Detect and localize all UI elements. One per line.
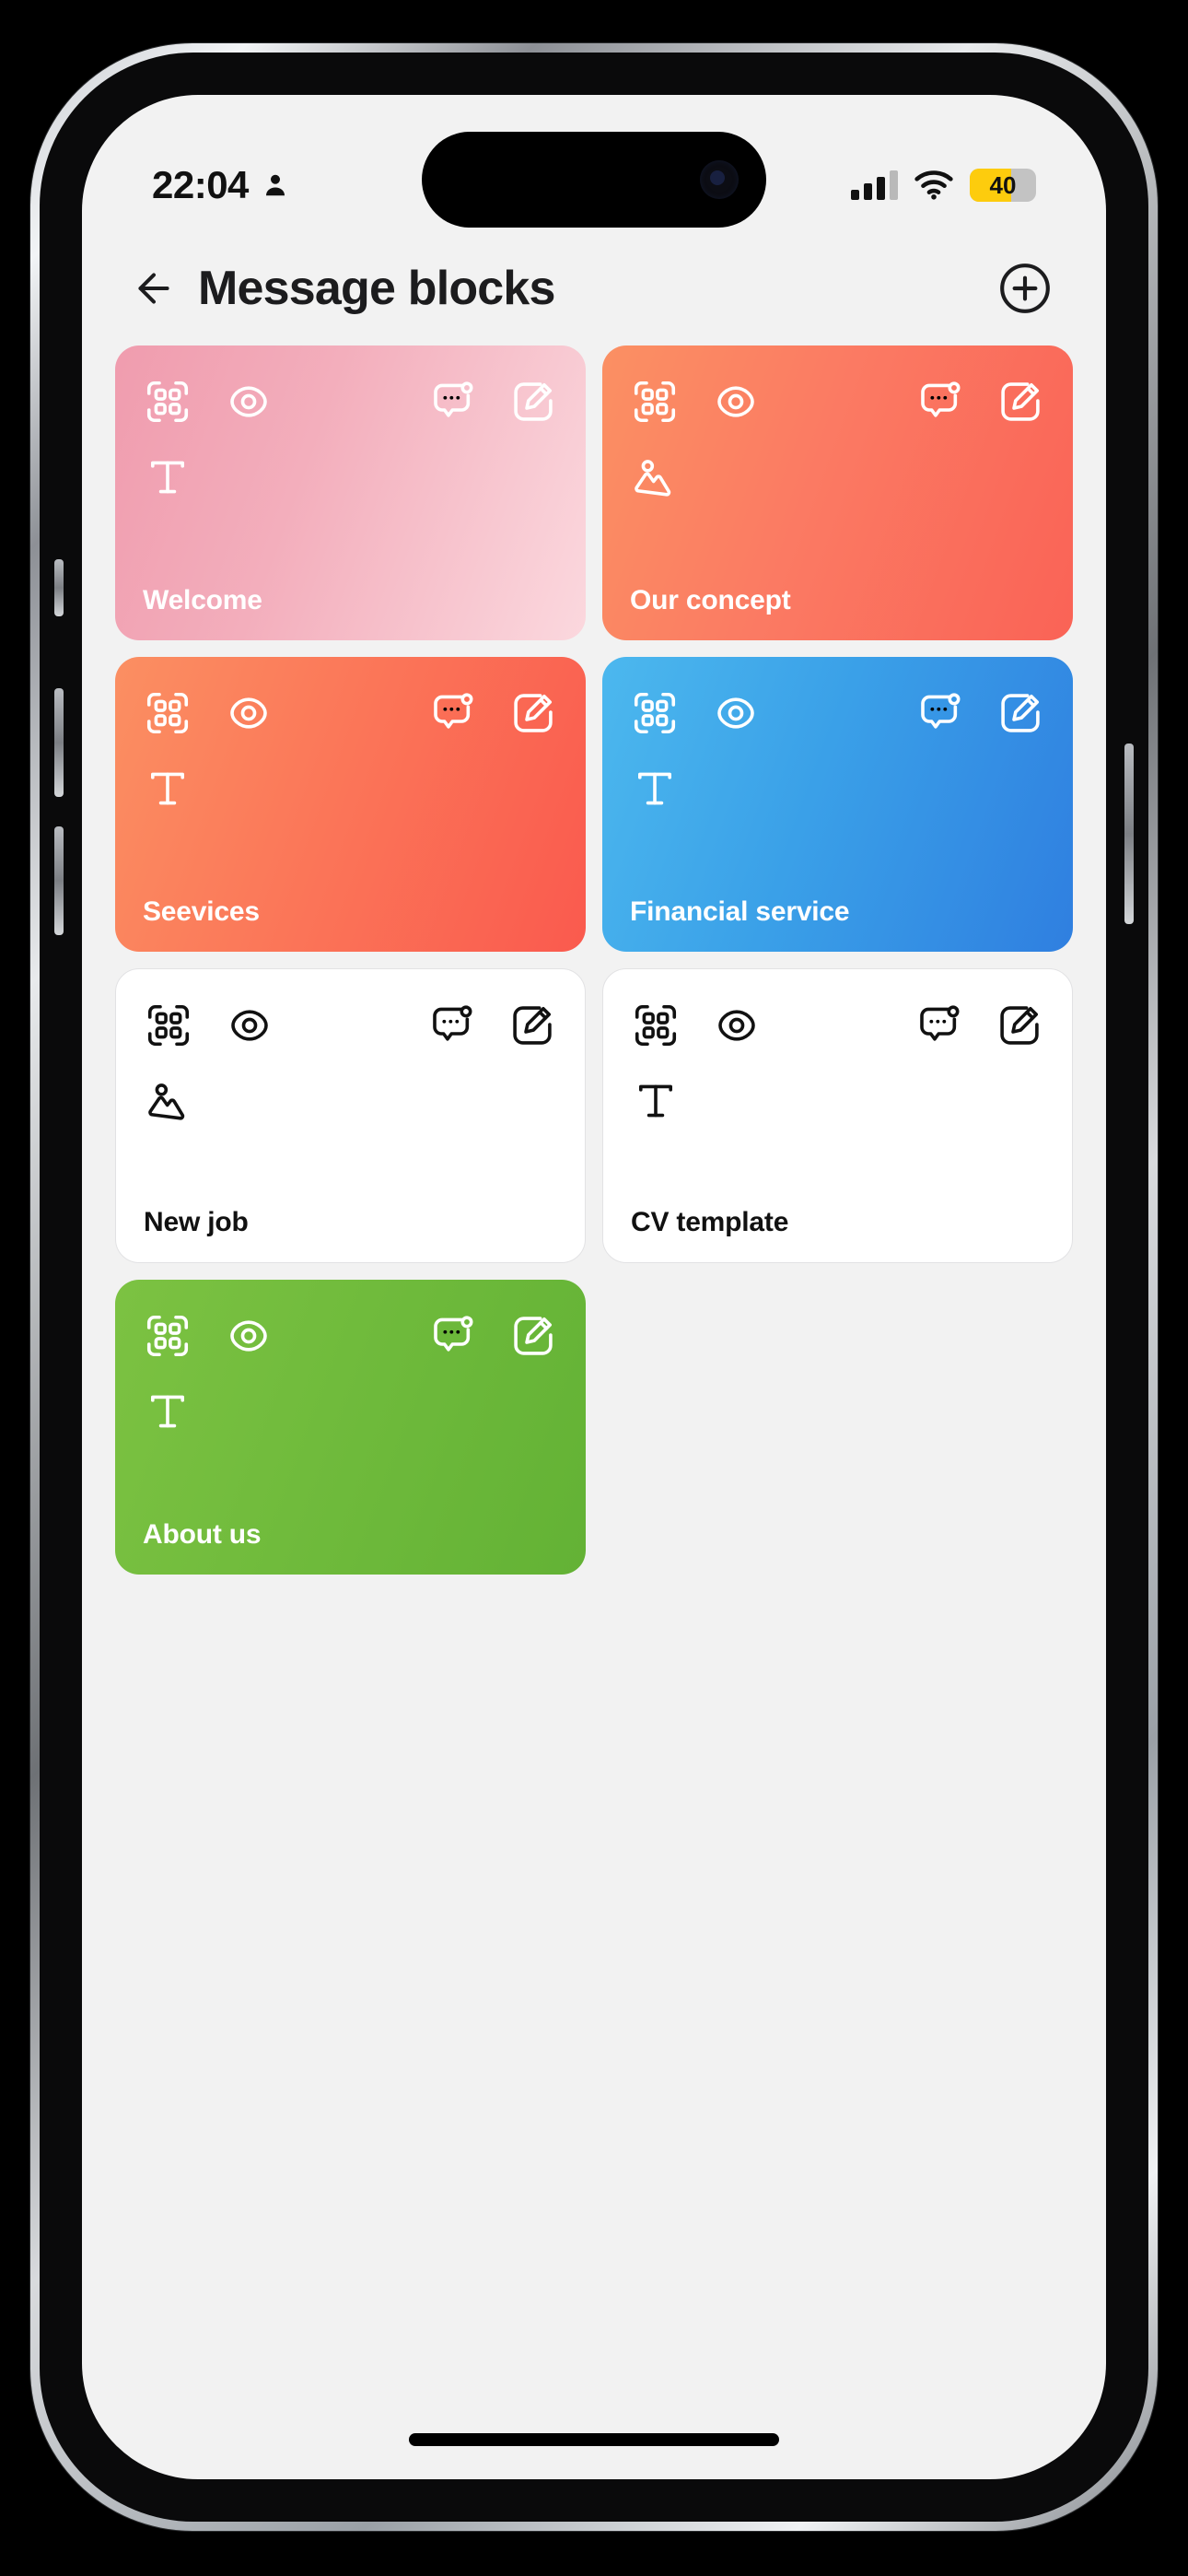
eye-icon[interactable] (712, 1001, 762, 1050)
card-action-icons (143, 377, 558, 427)
qr-scan-icon[interactable] (630, 377, 680, 427)
person-icon (265, 174, 285, 196)
edit-pencil-icon[interactable] (507, 1001, 557, 1050)
card-action-icons (630, 688, 1045, 738)
card-label: Welcome (143, 585, 262, 615)
card-action-icons (143, 1311, 558, 1361)
card-content-type-icon (143, 1387, 558, 1436)
qr-scan-icon[interactable] (144, 1001, 193, 1050)
eye-icon[interactable] (225, 1001, 274, 1050)
edit-pencil-icon[interactable] (995, 1001, 1044, 1050)
status-time: 22:04 (152, 163, 249, 206)
qr-scan-icon[interactable] (143, 377, 192, 427)
card-label: About us (143, 1519, 262, 1550)
card-content-type-icon (631, 1076, 1044, 1126)
edit-pencil-icon[interactable] (996, 688, 1045, 738)
message-block-card[interactable]: Our concept (602, 345, 1073, 640)
silent-switch-button[interactable] (54, 559, 64, 616)
phone-frame: 22:04 40 Message blocks Welcome Our conc… (30, 43, 1158, 2531)
card-label: Financial service (630, 896, 850, 927)
cellular-signal-icon (851, 170, 898, 200)
text-type-icon[interactable] (143, 452, 192, 502)
wifi-icon (914, 170, 953, 200)
message-block-card[interactable]: CV template (602, 968, 1073, 1263)
text-type-icon[interactable] (630, 764, 680, 814)
image-photo-icon[interactable] (144, 1076, 193, 1126)
dynamic-island[interactable] (422, 132, 766, 228)
eye-icon[interactable] (711, 377, 761, 427)
arrow-left-icon (138, 273, 169, 304)
chat-bubble-dots-icon[interactable] (914, 1001, 963, 1050)
card-label: Our concept (630, 585, 791, 615)
text-type-icon[interactable] (631, 1076, 681, 1126)
back-button[interactable] (115, 250, 192, 327)
plus-circle-icon (1000, 263, 1050, 313)
qr-scan-icon[interactable] (631, 1001, 681, 1050)
chat-bubble-dots-icon[interactable] (914, 688, 964, 738)
volume-up-button[interactable] (54, 688, 64, 797)
page-title: Message blocks (198, 262, 555, 315)
chat-bubble-dots-icon[interactable] (427, 1311, 477, 1361)
message-block-card[interactable]: Financial service (602, 657, 1073, 952)
status-bar-left: 22:04 (152, 163, 289, 207)
message-block-card[interactable]: About us (115, 1280, 586, 1575)
card-content-type-icon (630, 764, 1045, 814)
edit-pencil-icon[interactable] (996, 377, 1045, 427)
card-label: Seevices (143, 896, 260, 927)
message-block-card[interactable]: Welcome (115, 345, 586, 640)
text-type-icon[interactable] (143, 1387, 192, 1436)
card-label: CV template (631, 1207, 789, 1237)
chat-bubble-dots-icon[interactable] (427, 377, 477, 427)
chat-bubble-dots-icon[interactable] (426, 1001, 476, 1050)
add-block-button[interactable] (990, 253, 1060, 323)
qr-scan-icon[interactable] (143, 688, 192, 738)
phone-screen: 22:04 40 Message blocks Welcome Our conc… (82, 95, 1106, 2479)
card-action-icons (631, 1001, 1044, 1050)
eye-icon[interactable] (224, 1311, 274, 1361)
card-action-icons (630, 377, 1045, 427)
front-camera-icon (700, 160, 739, 199)
edit-pencil-icon[interactable] (508, 377, 558, 427)
chat-bubble-dots-icon[interactable] (427, 688, 477, 738)
screenshot-root: 22:04 40 Message blocks Welcome Our conc… (0, 0, 1188, 2576)
image-photo-icon[interactable] (630, 452, 680, 502)
qr-scan-icon[interactable] (630, 688, 680, 738)
status-bar-right: 40 (851, 169, 1036, 202)
home-indicator[interactable] (409, 2433, 779, 2446)
app-header: Message blocks (82, 233, 1106, 344)
power-button[interactable] (1124, 744, 1134, 924)
card-content-type-icon (143, 764, 558, 814)
message-blocks-grid: Welcome Our concept Seevices Financial serv… (82, 345, 1106, 2479)
qr-scan-icon[interactable] (143, 1311, 192, 1361)
card-action-icons (144, 1001, 557, 1050)
text-type-icon[interactable] (143, 764, 192, 814)
volume-down-button[interactable] (54, 826, 64, 935)
battery-percent: 40 (989, 171, 1017, 199)
message-block-card[interactable]: Seevices (115, 657, 586, 952)
battery-icon: 40 (970, 169, 1036, 202)
edit-pencil-icon[interactable] (508, 1311, 558, 1361)
eye-icon[interactable] (224, 377, 274, 427)
edit-pencil-icon[interactable] (508, 688, 558, 738)
card-content-type-icon (630, 452, 1045, 502)
card-action-icons (143, 688, 558, 738)
message-block-card[interactable]: New job (115, 968, 586, 1263)
card-label: New job (144, 1207, 249, 1237)
eye-icon[interactable] (711, 688, 761, 738)
card-content-type-icon (143, 452, 558, 502)
chat-bubble-dots-icon[interactable] (914, 377, 964, 427)
card-content-type-icon (144, 1076, 557, 1126)
eye-icon[interactable] (224, 688, 274, 738)
